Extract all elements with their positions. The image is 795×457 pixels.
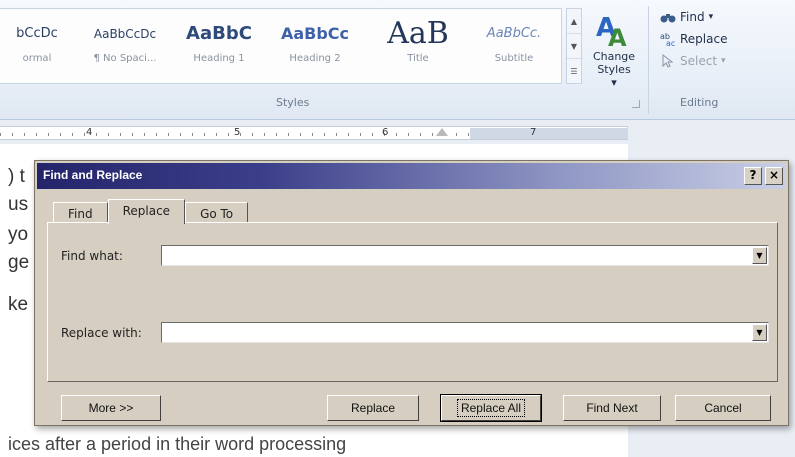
more-button[interactable]: More >>: [61, 395, 161, 421]
style-no-spacing[interactable]: AaBbCcDc ¶ No Spaci...: [80, 15, 170, 79]
style-title[interactable]: AaB Title: [370, 15, 466, 79]
ruler-number: 4: [86, 127, 93, 138]
ruler-number: 6: [382, 127, 389, 138]
find-button[interactable]: Find ▾: [660, 6, 780, 28]
document-text-line: yo: [8, 224, 29, 245]
style-preview: AaBbCc.: [486, 26, 542, 41]
replace-with-dropdown-icon[interactable]: ▼: [752, 324, 767, 341]
replace-button[interactable]: Replace: [327, 395, 419, 421]
style-name: ¶ No Spaci...: [93, 53, 157, 64]
horizontal-ruler[interactable]: 4 5 6 7: [0, 126, 628, 140]
style-name: Title: [407, 53, 429, 64]
style-name: Heading 1: [193, 53, 245, 64]
tab-go-to[interactable]: Go To: [185, 202, 249, 223]
style-preview: bCcDc: [16, 26, 58, 41]
ruler-margin: [470, 128, 628, 139]
close-button[interactable]: ×: [765, 167, 783, 185]
svg-text:A: A: [608, 24, 627, 50]
help-button[interactable]: ?: [744, 167, 762, 185]
change-styles-icon: A A: [594, 10, 634, 52]
replace-with-input[interactable]: ▼: [161, 322, 769, 343]
find-replace-dialog: Find and Replace ? × Find Replace Go To …: [34, 160, 789, 426]
document-text-line: ) t: [8, 166, 25, 187]
style-name: Subtitle: [494, 53, 534, 64]
group-separator: [648, 6, 649, 114]
document-text-line: ge: [8, 252, 30, 273]
tab-find[interactable]: Find: [53, 202, 108, 223]
chevron-down-icon: ▾: [721, 56, 726, 66]
find-what-dropdown-icon[interactable]: ▼: [752, 247, 767, 264]
select-label: Select: [680, 54, 718, 68]
change-styles-arrow-icon: ▾: [611, 76, 617, 89]
tab-replace[interactable]: Replace: [107, 199, 186, 224]
style-preview: AaBbC: [186, 23, 252, 44]
style-preview: AaB: [387, 16, 449, 51]
replace-all-button[interactable]: Replace All: [440, 394, 542, 422]
style-subtitle[interactable]: AaBbCc. Subtitle: [468, 15, 560, 79]
gallery-down-icon[interactable]: ▼: [567, 34, 581, 59]
document-text-line: ices after a period in their word proces…: [8, 434, 347, 454]
find-label: Find: [680, 10, 705, 24]
style-name: Heading 2: [289, 53, 341, 64]
styles-group-label: Styles: [276, 96, 310, 109]
gallery-up-icon[interactable]: ▲: [567, 9, 581, 34]
style-name: ormal: [22, 53, 52, 64]
change-styles-button[interactable]: A A Change Styles ▾: [586, 10, 642, 100]
editing-group: Find ▾ ab ac Replace Select ▾ Editing: [660, 6, 780, 109]
editing-group-label: Editing: [680, 96, 719, 109]
document-text-line: us: [8, 194, 29, 215]
find-what-label: Find what:: [61, 249, 123, 263]
replace-icon: ab ac: [660, 32, 676, 48]
replace-label: Replace: [680, 32, 728, 46]
dialog-titlebar[interactable]: Find and Replace ? ×: [37, 163, 786, 189]
chevron-down-icon: ▾: [708, 12, 714, 22]
gallery-more-icon[interactable]: ☰: [567, 59, 581, 84]
cursor-icon: [660, 53, 676, 68]
styles-dialog-launcher-icon[interactable]: [632, 100, 640, 108]
find-what-input[interactable]: ▼: [161, 245, 769, 266]
style-preview: AaBbCcDc: [93, 27, 157, 41]
ribbon: bCcDc ormal AaBbCcDc ¶ No Spaci... AaBbC…: [0, 0, 795, 120]
ruler-number: 5: [234, 127, 241, 138]
replace-with-label: Replace with:: [61, 326, 142, 340]
dialog-tabs: Find Replace Go To: [53, 199, 249, 224]
style-heading-1[interactable]: AaBbC Heading 1: [176, 15, 262, 79]
select-button[interactable]: Select ▾: [660, 50, 780, 72]
document-text-line: ke: [8, 294, 29, 315]
ruler-number: 7: [530, 127, 537, 138]
style-normal[interactable]: bCcDc ormal: [0, 15, 82, 79]
change-styles-label: Change Styles: [592, 50, 636, 76]
find-next-button[interactable]: Find Next: [563, 395, 661, 421]
style-preview: AaBbCc: [280, 24, 350, 43]
gallery-scrollbar: ▲ ▼ ☰: [566, 8, 582, 84]
replace-all-label: Replace All: [456, 399, 526, 417]
quick-styles-gallery: bCcDc ormal AaBbCcDc ¶ No Spaci... AaBbC…: [0, 8, 562, 84]
dialog-title: Find and Replace: [43, 168, 143, 182]
cancel-button[interactable]: Cancel: [675, 395, 771, 421]
style-heading-2[interactable]: AaBbCc Heading 2: [272, 15, 358, 79]
binoculars-icon: [660, 10, 676, 24]
right-indent-marker[interactable]: [436, 128, 448, 136]
svg-text:ac: ac: [666, 39, 675, 46]
replace-button[interactable]: ab ac Replace: [660, 28, 780, 50]
